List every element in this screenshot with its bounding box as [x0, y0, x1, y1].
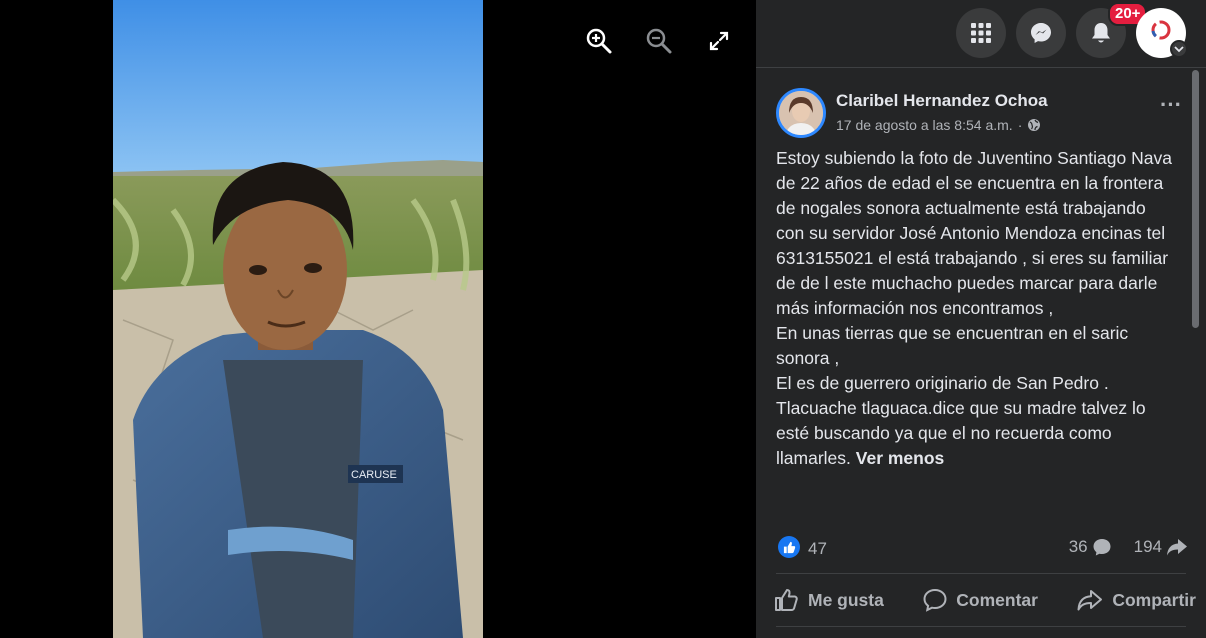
like-count[interactable]: 47	[808, 539, 827, 559]
post-actions: Me gusta Comentar Compartir	[770, 584, 1200, 616]
post-options-icon[interactable]: ···	[1156, 94, 1186, 122]
zoom-out-icon[interactable]	[644, 26, 674, 56]
post-header: Claribel Hernandez Ochoa 17 de agosto a …	[776, 88, 1196, 140]
fullscreen-icon[interactable]	[704, 26, 734, 56]
reaction-stats: 47 36 194	[776, 535, 1188, 561]
like-reaction-icon[interactable]	[778, 536, 800, 558]
comment-bubble-icon	[1093, 539, 1111, 556]
comment-icon	[923, 588, 947, 612]
post-text: Estoy subiendo la foto de Juventino Sant…	[776, 148, 1172, 468]
post-body: Estoy subiendo la foto de Juventino Sant…	[776, 146, 1176, 471]
globe-icon	[1028, 119, 1041, 131]
grid-icon	[971, 23, 991, 43]
see-less-link[interactable]: Ver menos	[856, 448, 945, 468]
comment-label: Comentar	[956, 589, 1038, 610]
author-name[interactable]: Claribel Hernandez Ochoa	[836, 91, 1048, 111]
meta-separator: ·	[1017, 117, 1023, 133]
post-timestamp[interactable]: 17 de agosto a las 8:54 a.m.	[836, 117, 1013, 133]
post-photo[interactable]: CARUSE	[113, 0, 483, 638]
stats-divider	[776, 573, 1186, 574]
messenger-button[interactable]	[1016, 8, 1066, 58]
comment-button[interactable]: Comentar	[918, 584, 1042, 616]
share-button[interactable]: Compartir	[1072, 584, 1200, 616]
share-label: Compartir	[1112, 589, 1196, 610]
comment-count: 36	[1068, 537, 1088, 556]
actions-divider	[776, 626, 1186, 627]
bell-icon	[1092, 23, 1110, 43]
photo-illustration: CARUSE	[113, 0, 483, 638]
post-meta: 17 de agosto a las 8:54 a.m. ·	[836, 117, 1041, 133]
zoom-in-icon[interactable]	[584, 26, 614, 56]
engagement-counts: 36 194	[1069, 537, 1188, 557]
menu-grid-button[interactable]	[956, 8, 1006, 58]
photo-viewer: CARUSE	[0, 0, 756, 638]
svg-text:CARUSE: CARUSE	[351, 469, 397, 481]
thumbs-up-icon	[775, 589, 798, 611]
author-avatar[interactable]	[776, 88, 826, 138]
viewer-toolbar	[584, 26, 734, 56]
account-menu-chevron-icon[interactable]	[1170, 40, 1188, 58]
panel-scrollbar[interactable]	[1192, 70, 1199, 328]
messenger-icon	[1031, 23, 1051, 43]
share-count: 194	[1133, 537, 1162, 556]
like-label: Me gusta	[808, 589, 884, 610]
share-count-item[interactable]: 194	[1134, 537, 1188, 557]
comment-count-item[interactable]: 36	[1069, 537, 1112, 557]
share-icon	[1077, 590, 1103, 611]
share-arrow-icon	[1167, 539, 1187, 556]
like-button[interactable]: Me gusta	[770, 584, 888, 616]
